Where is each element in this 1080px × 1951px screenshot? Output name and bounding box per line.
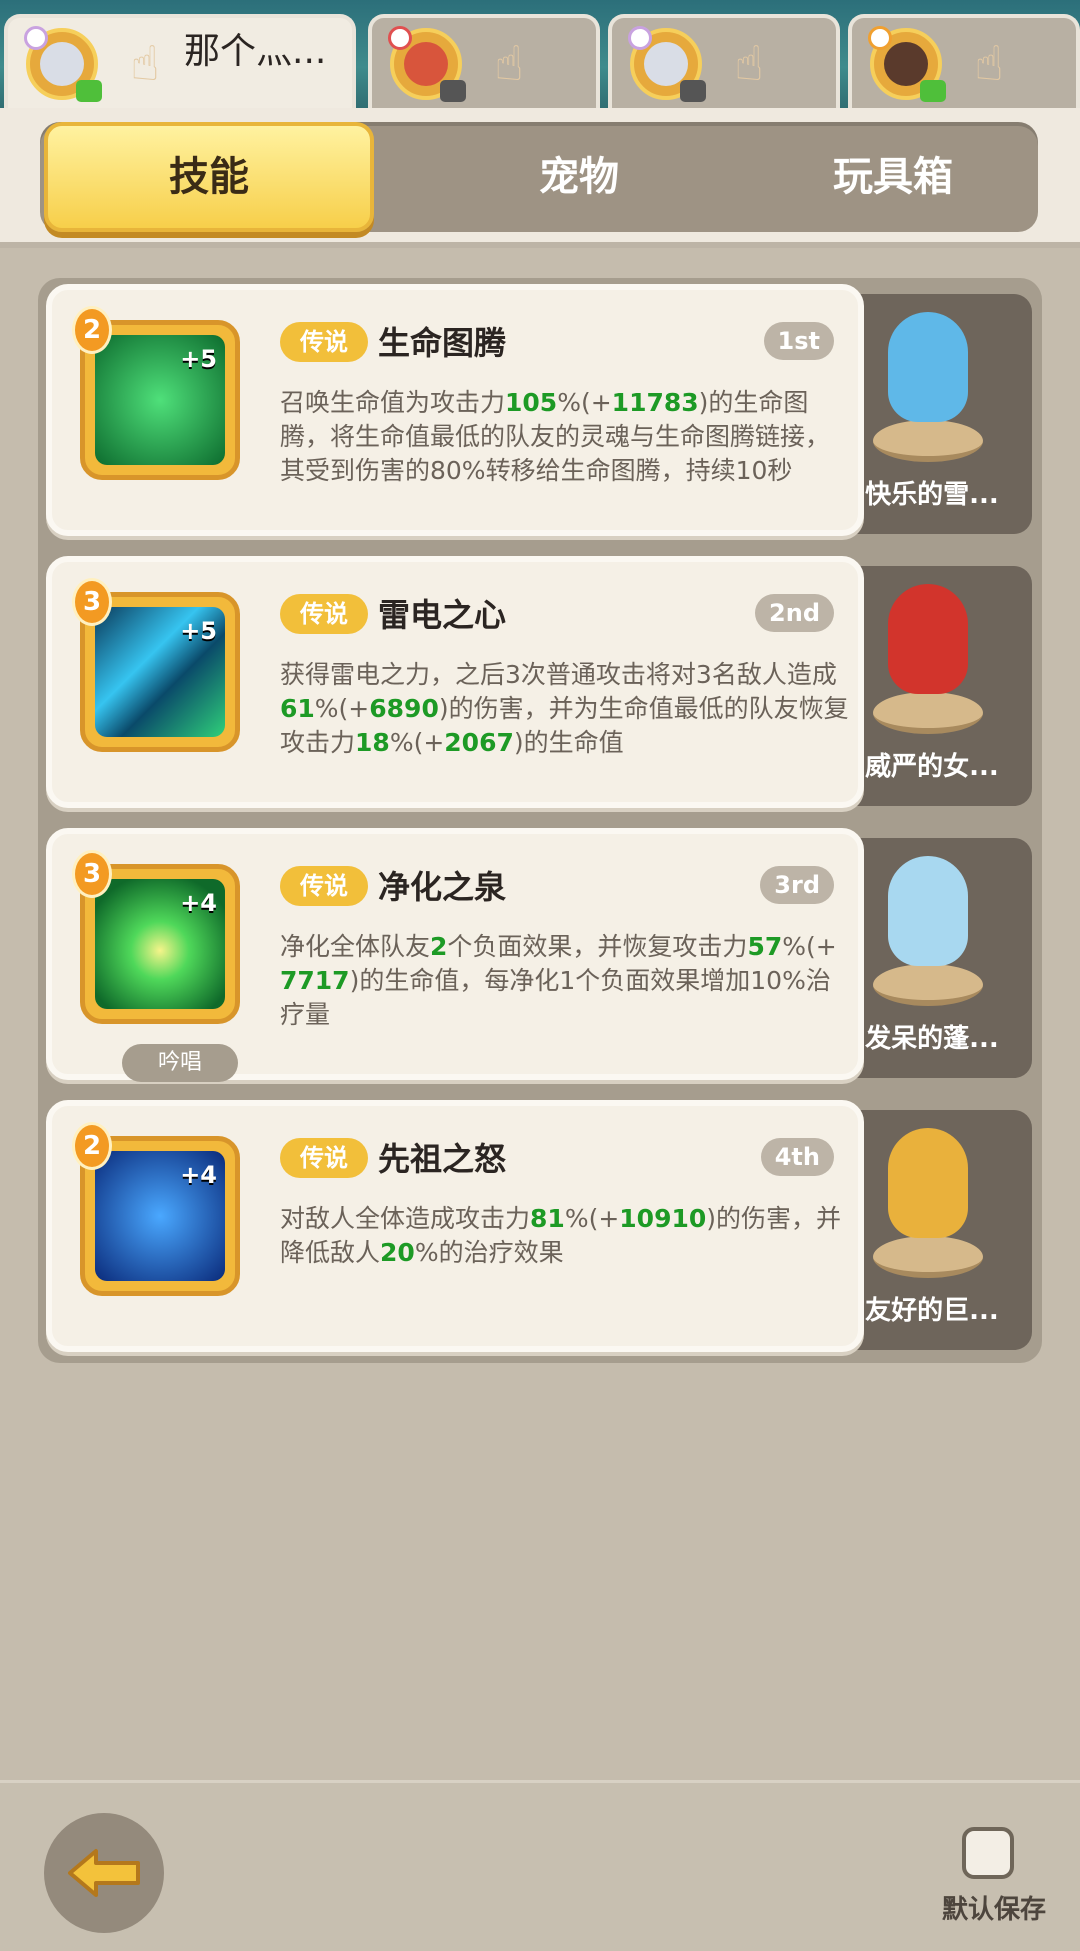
rank-badge: 1st [763, 322, 834, 360]
skill-name: 先祖之怒 [378, 1140, 507, 1178]
skill-level: 3 [72, 850, 112, 898]
skill-row[interactable]: 发呆的蓬... +4 3 吟唱 传说 净化之泉 3rd 净化全体队友2个负面效果… [46, 828, 1032, 1082]
category-tabs-frame: 技能 宠物 玩具箱 [0, 108, 1080, 248]
tap-hand-icon: ☝ [734, 36, 764, 92]
skill-bonus: +5 [180, 617, 217, 645]
hero-avatar [868, 26, 946, 102]
class-icon [628, 26, 652, 50]
skill-card: +4 3 吟唱 传说 净化之泉 3rd 净化全体队友2个负面效果，并恢复攻击力5… [46, 828, 864, 1082]
hero-name: 那个灬... [184, 32, 327, 72]
rarity-badge: 传说 [280, 1138, 368, 1178]
back-arrow-icon [68, 1849, 140, 1897]
pet-figure [868, 1128, 988, 1278]
tab-skills[interactable]: 技能 [44, 122, 374, 232]
rank-badge: 2nd [755, 594, 834, 632]
skill-icon[interactable]: +4 2 [72, 1122, 250, 1306]
skill-icon[interactable]: +5 2 [72, 306, 250, 490]
hero-tab-1[interactable]: ☝ 那个灬... [4, 14, 356, 114]
skill-bonus: +4 [180, 1161, 217, 1189]
skill-description: 召唤生命值为攻击力105%(+11783)的生命图腾，将生命值最低的队友的灵魂与… [280, 388, 831, 485]
skill-bonus: +5 [180, 345, 217, 373]
hero-avatar [388, 26, 466, 102]
tab-toybox[interactable]: 玩具箱 [728, 122, 1058, 232]
tap-hand-icon: ☝ [494, 36, 524, 92]
skill-level: 3 [72, 578, 112, 626]
chat-icon [680, 80, 706, 102]
rank-badge: 4th [760, 1138, 834, 1176]
skill-row[interactable]: 友好的巨... +4 2 传说 先祖之怒 4th 对敌人全体造成攻击力81%(+… [46, 1100, 1032, 1352]
class-icon [24, 26, 48, 50]
skill-description: 净化全体队友2个负面效果，并恢复攻击力57%(+7717)的生命值，每净化1个负… [280, 932, 837, 1029]
skill-icon[interactable]: +4 3 吟唱 [72, 850, 250, 1082]
chat-icon [440, 80, 466, 102]
rank-badge: 3rd [760, 866, 834, 904]
default-save-label: 默认保存 [941, 1895, 1046, 1925]
back-button[interactable] [44, 1813, 164, 1933]
pet-figure [868, 856, 988, 1006]
tap-hand-icon: ☝ [974, 36, 1004, 92]
category-tabs: 技能 宠物 玩具箱 [40, 122, 1038, 232]
pet-figure [868, 312, 988, 462]
skill-description: 获得雷电之力，之后3次普通攻击将对3名敌人造成61%(+6890)的伤害，并为生… [280, 660, 849, 757]
skill-description: 对敌人全体造成攻击力81%(+10910)的伤害，并降低敌人20%的治疗效果 [280, 1204, 842, 1267]
rarity-badge: 传说 [280, 594, 368, 634]
hero-tab-bar: ☝ 那个灬... ☝ ☝ ☝ [0, 0, 1080, 114]
rarity-badge: 传说 [280, 866, 368, 906]
bottom-bar: 默认保存 [0, 1780, 1080, 1951]
skill-level: 2 [72, 1122, 112, 1170]
skill-card: +5 3 传说 雷电之心 2nd 获得雷电之力，之后3次普通攻击将对3名敌人造成… [46, 556, 864, 808]
hero-tab-3[interactable]: ☝ [608, 14, 840, 110]
skill-bonus: +4 [180, 889, 217, 917]
skill-level: 2 [72, 306, 112, 354]
hero-avatar [24, 26, 102, 102]
skill-list: 快乐的雪... +5 2 传说 生命图腾 1st 召唤生命值为攻击力105%(+… [38, 278, 1042, 1363]
skill-row[interactable]: 快乐的雪... +5 2 传说 生命图腾 1st 召唤生命值为攻击力105%(+… [46, 284, 1032, 536]
tap-hand-icon: ☝ [130, 36, 160, 92]
class-icon [868, 26, 892, 50]
skill-name: 雷电之心 [378, 596, 507, 634]
hero-tab-2[interactable]: ☝ [368, 14, 600, 110]
skill-icon[interactable]: +5 3 [72, 578, 250, 762]
skill-row[interactable]: 威严的女... +5 3 传说 雷电之心 2nd 获得雷电之力，之后3次普通攻击… [46, 556, 1032, 808]
class-icon [388, 26, 412, 50]
tab-pets[interactable]: 宠物 [414, 122, 744, 232]
chat-icon [76, 80, 102, 102]
pet-figure [868, 584, 988, 734]
hero-avatar [628, 26, 706, 102]
skill-name: 净化之泉 [378, 868, 507, 906]
skill-card: +5 2 传说 生命图腾 1st 召唤生命值为攻击力105%(+11783)的生… [46, 284, 864, 536]
skill-card: +4 2 传说 先祖之怒 4th 对敌人全体造成攻击力81%(+10910)的伤… [46, 1100, 864, 1352]
hero-tab-4[interactable]: ☝ [848, 14, 1080, 110]
chat-icon [920, 80, 946, 102]
default-save-checkbox[interactable] [962, 1827, 1014, 1879]
skill-name: 生命图腾 [378, 324, 507, 362]
rarity-badge: 传说 [280, 322, 368, 362]
chant-tag: 吟唱 [122, 1044, 238, 1082]
